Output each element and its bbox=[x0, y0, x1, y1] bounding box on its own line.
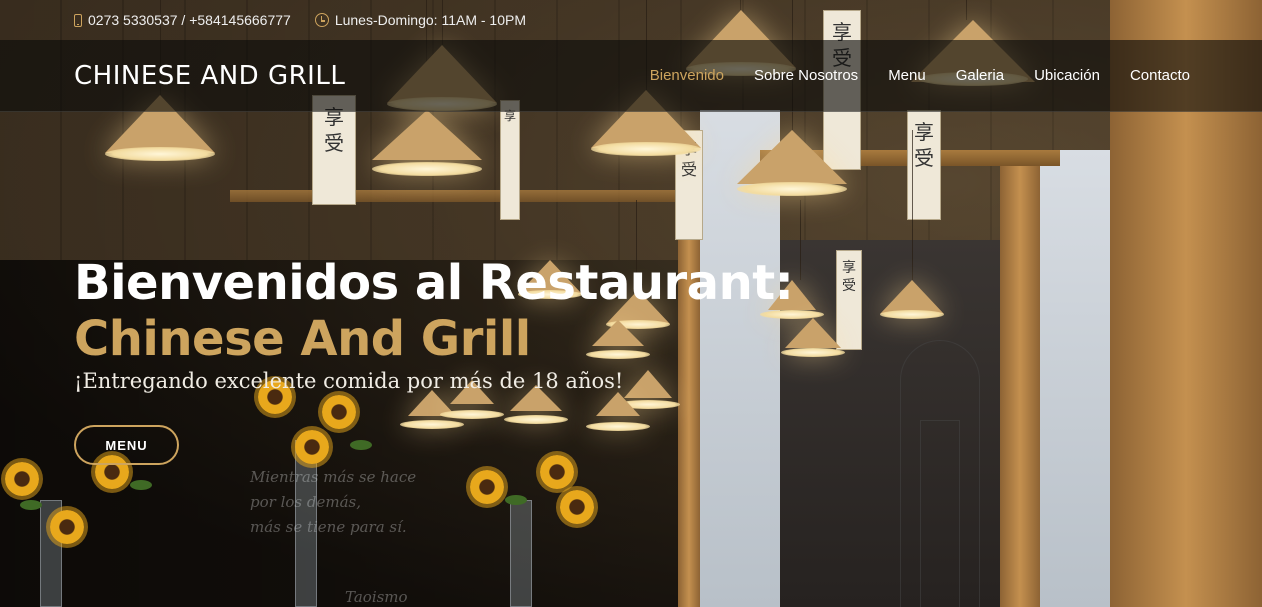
mobile-phone-icon bbox=[74, 13, 82, 27]
clock-icon bbox=[314, 13, 329, 27]
pendant-lamp bbox=[880, 280, 944, 319]
nav-link-menu[interactable]: Menu bbox=[888, 67, 926, 84]
sunflower bbox=[560, 490, 594, 524]
top-info-bar: 0273 5330537 / +584145666777 Lunes-Domin… bbox=[0, 0, 1262, 40]
glass-vase bbox=[510, 500, 532, 607]
nav-link-ubicacion[interactable]: Ubicación bbox=[1034, 67, 1100, 84]
main-nav: Bienvenido Sobre Nosotros Menu Galeria U… bbox=[620, 67, 1190, 84]
pendant-lamp bbox=[781, 318, 845, 357]
nav-link-contacto[interactable]: Contacto bbox=[1130, 67, 1190, 84]
hero-title: Bienvenidos al Restaurant: Chinese And G… bbox=[74, 255, 794, 367]
hero-title-restaurant-name: Chinese And Grill bbox=[74, 311, 531, 367]
sunflower bbox=[5, 462, 39, 496]
hero-subtitle: ¡Entregando excelente comida por más de … bbox=[74, 369, 624, 393]
phone-numbers: 0273 5330537 / +584145666777 bbox=[88, 12, 291, 28]
phone-info: 0273 5330537 / +584145666777 bbox=[74, 12, 291, 28]
site-header: CHINESE AND GRILL Bienvenido Sobre Nosot… bbox=[0, 40, 1262, 112]
opening-hours: Lunes-Domingo: 11AM - 10PM bbox=[334, 12, 526, 28]
menu-button[interactable]: MENU bbox=[74, 425, 179, 465]
wood-beam bbox=[230, 190, 690, 202]
site-logo[interactable]: CHINESE AND GRILL bbox=[74, 61, 345, 91]
mural-signature: Taoismo bbox=[345, 588, 408, 606]
calligraphy-scroll: 享 bbox=[500, 100, 520, 220]
pendant-lamp bbox=[372, 110, 482, 176]
hero-section: Bienvenidos al Restaurant: Chinese And G… bbox=[74, 255, 794, 465]
hero-title-line1: Bienvenidos al Restaurant: bbox=[74, 255, 794, 311]
nav-link-galeria[interactable]: Galeria bbox=[956, 67, 1004, 84]
glass-vase bbox=[295, 440, 317, 607]
sunflower bbox=[470, 470, 504, 504]
pagoda-drawing bbox=[920, 420, 960, 607]
wood-pillar bbox=[1000, 160, 1040, 607]
sunflower bbox=[50, 510, 84, 544]
mural-quote: Mientras más se hace por los demás, más … bbox=[250, 468, 417, 536]
hours-info: Lunes-Domingo: 11AM - 10PM bbox=[314, 12, 526, 28]
nav-link-sobre-nosotros[interactable]: Sobre Nosotros bbox=[754, 67, 858, 84]
nav-link-bienvenido[interactable]: Bienvenido bbox=[650, 67, 724, 84]
pendant-lamp bbox=[737, 130, 847, 196]
